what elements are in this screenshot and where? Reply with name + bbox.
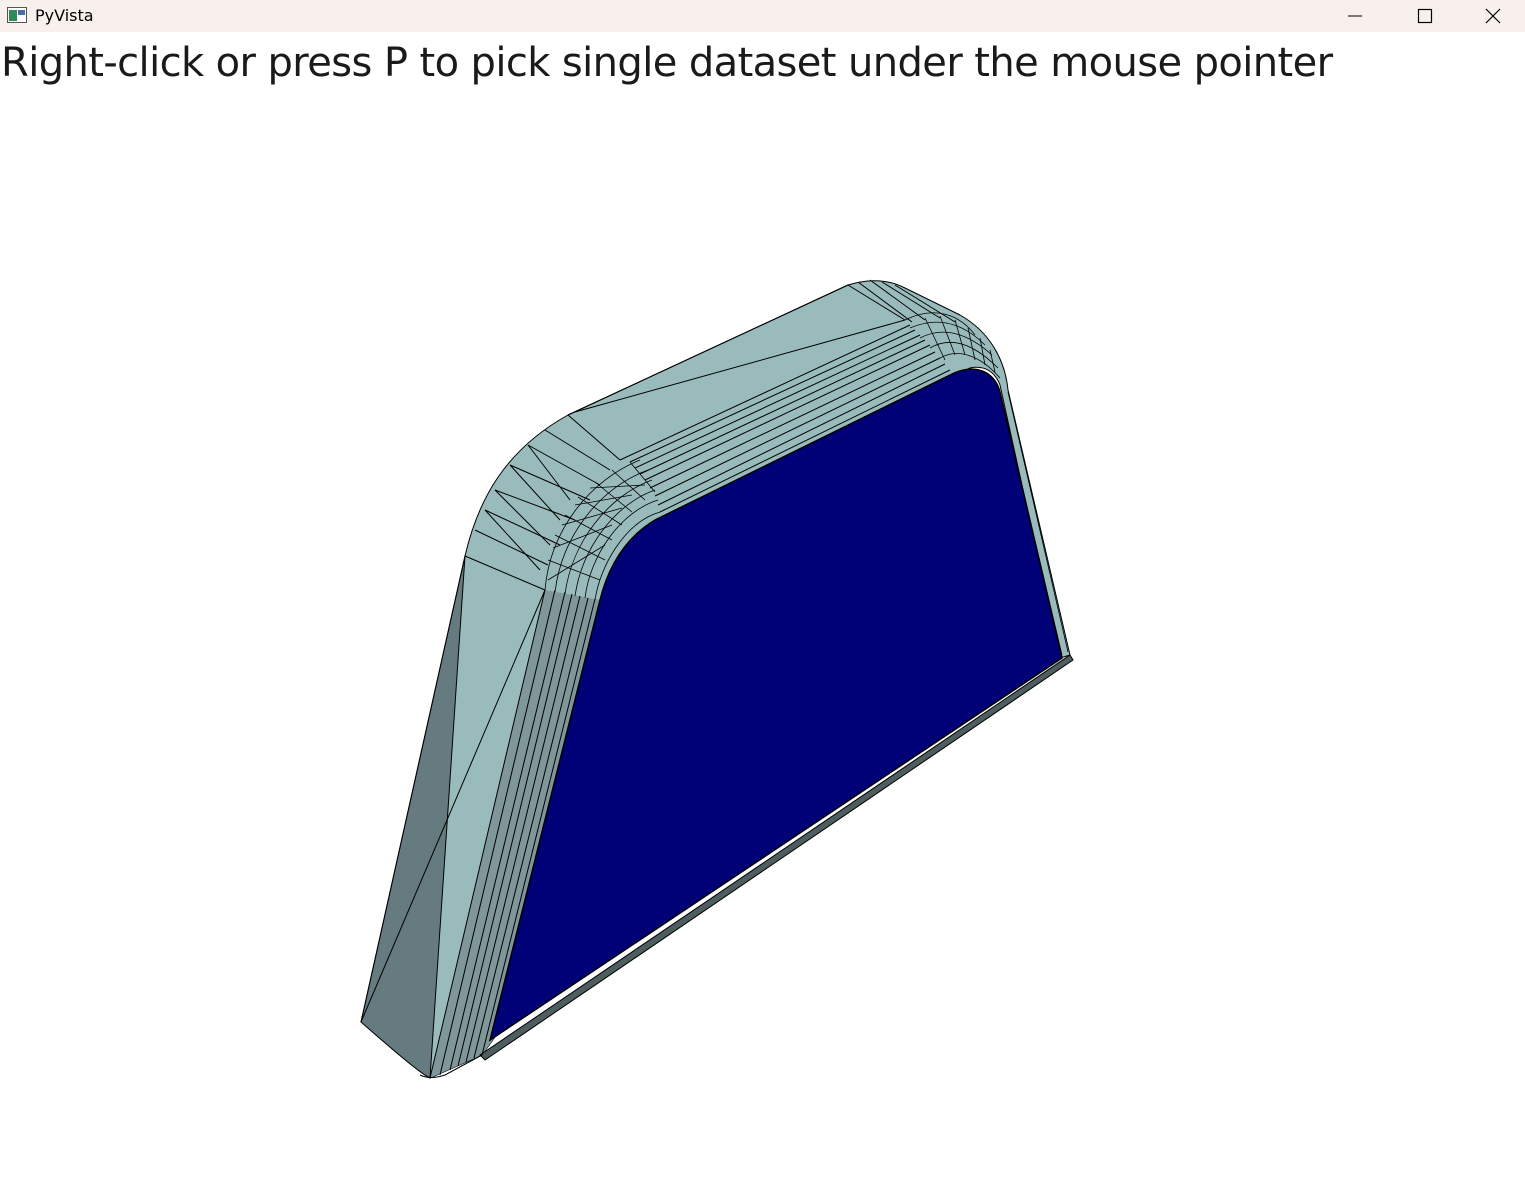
title-bar[interactable]: PyVista [0,0,1525,32]
mesh-scene[interactable] [0,32,1525,1185]
render-viewport[interactable]: Right-click or press P to pick single da… [0,32,1525,1185]
app-icon [7,7,27,23]
minimize-icon [1348,15,1362,17]
close-button[interactable] [1460,0,1525,32]
window-title: PyVista [35,6,94,25]
maximize-button[interactable] [1390,0,1460,32]
minimize-button[interactable] [1320,0,1390,32]
pyvista-window: PyVista Right-click or press P to pick s… [0,0,1525,1185]
close-icon [1485,8,1500,24]
maximize-icon [1417,8,1433,24]
